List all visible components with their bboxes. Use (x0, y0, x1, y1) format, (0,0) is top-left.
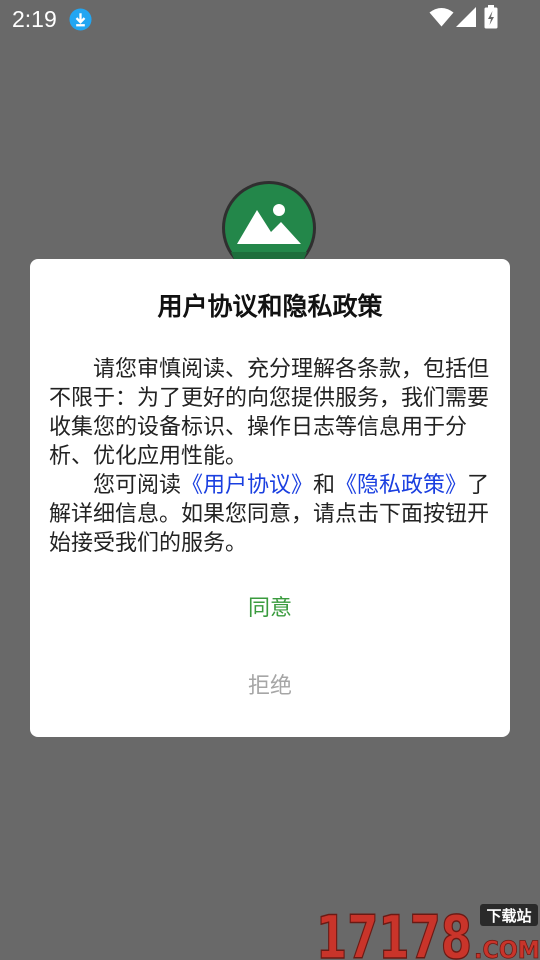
watermark-domain: .COM (474, 936, 540, 960)
battery-icon (484, 5, 498, 29)
status-time: 2:19 (12, 6, 57, 32)
download-icon (69, 8, 92, 31)
dialog-title: 用户协议和隐私政策 (157, 292, 383, 321)
privacy-dialog: 用户协议和隐私政策 请您审慎阅读、充分理解各条款，包括但不限于：为了更好的向您提… (30, 259, 510, 737)
agree-button[interactable]: 同意 (170, 585, 370, 633)
site-watermark-logo: 17178 下载站 .COM (316, 902, 540, 960)
dialog-paragraph-1: 请您审慎阅读、充分理解各条款，包括但不限于：为了更好的向您提供服务，我们需要收集… (49, 357, 490, 469)
wifi-icon (429, 8, 454, 27)
dialog-paragraph-2: 您可阅读《用户协议》和《隐私政策》了解详细信息。如果您同意，请点击下面按钮开始接… (49, 471, 491, 558)
paragraph-2-and: 和 (313, 473, 336, 498)
paragraph-2-prefix: 您可阅读 (93, 473, 182, 498)
privacy-policy-link[interactable]: 《隐私政策》 (335, 473, 467, 498)
dialog-body: 请您审慎阅读、充分理解各条款，包括但不限于：为了更好的向您提供服务，我们需要收集… (49, 355, 491, 558)
watermark-number: 17178 (316, 903, 472, 960)
signal-icon (456, 7, 476, 27)
status-bar: 2:19 (0, 0, 540, 38)
user-agreement-link[interactable]: 《用户协议》 (181, 473, 313, 498)
watermark-tag: 下载站 (486, 907, 531, 925)
refuse-button[interactable]: 拒绝 (170, 663, 370, 711)
